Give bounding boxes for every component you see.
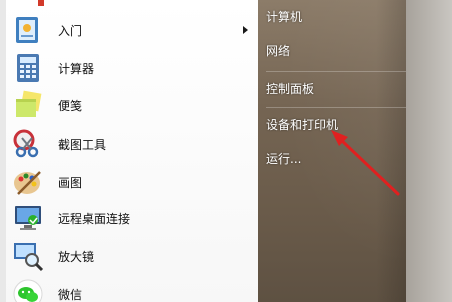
background-wall: [406, 0, 452, 302]
menu-item-calculator[interactable]: 计算器: [8, 50, 256, 86]
snipping-tool-icon: [12, 128, 44, 160]
menu-item-label: 计算器: [58, 61, 95, 76]
menu-item-sticky-notes[interactable]: 便笺: [8, 87, 256, 123]
menu-item-getting-started[interactable]: 入门: [8, 12, 256, 48]
menu-item-paint[interactable]: 画图: [8, 164, 256, 200]
sticky-notes-icon: [12, 89, 44, 121]
top-icon-fragment: [38, 0, 44, 6]
menu-item-remote-desktop[interactable]: 远程桌面连接: [8, 200, 256, 236]
menu-item-label: 远程桌面连接: [58, 211, 131, 226]
menu-item-label: 便笺: [58, 98, 83, 113]
menu-item-magnifier[interactable]: 放大镜: [8, 238, 256, 274]
menu-item-snipping-tool[interactable]: 截图工具: [8, 126, 256, 162]
menu-item-label: 放大镜: [58, 249, 95, 264]
menu-separator: [266, 71, 406, 72]
link-devices-and-printers[interactable]: 设备和打印机: [266, 114, 338, 136]
calculator-icon: [12, 52, 44, 84]
menu-item-label: 入门: [58, 23, 83, 38]
submenu-arrow-icon: [243, 26, 248, 34]
menu-separator: [266, 107, 406, 108]
link-network[interactable]: 网络: [266, 40, 290, 62]
start-menu: 入门 计算器 便笺 截图工具 画图 远程桌面连接 放大镜 微信 计算机 网络 控…: [0, 0, 452, 302]
menu-item-wechat[interactable]: 微信: [8, 276, 256, 302]
link-control-panel[interactable]: 控制面板: [266, 78, 314, 100]
remote-desktop-icon: [12, 202, 44, 234]
link-computer[interactable]: 计算机: [266, 6, 302, 28]
paint-icon: [12, 166, 44, 198]
getting-started-icon: [12, 14, 44, 46]
menu-item-label: 微信: [58, 287, 83, 302]
menu-item-label: 画图: [58, 175, 83, 190]
pane-shadow: [376, 0, 410, 302]
wechat-icon: [12, 278, 44, 302]
program-list: 入门 计算器 便笺 截图工具 画图 远程桌面连接 放大镜 微信: [0, 0, 259, 302]
left-edge: [0, 0, 6, 302]
menu-item-label: 截图工具: [58, 137, 107, 152]
link-run[interactable]: 运行...: [266, 148, 301, 170]
system-links-pane: 计算机 网络 控制面板 设备和打印机 运行...: [258, 0, 452, 302]
magnifier-icon: [12, 240, 44, 272]
